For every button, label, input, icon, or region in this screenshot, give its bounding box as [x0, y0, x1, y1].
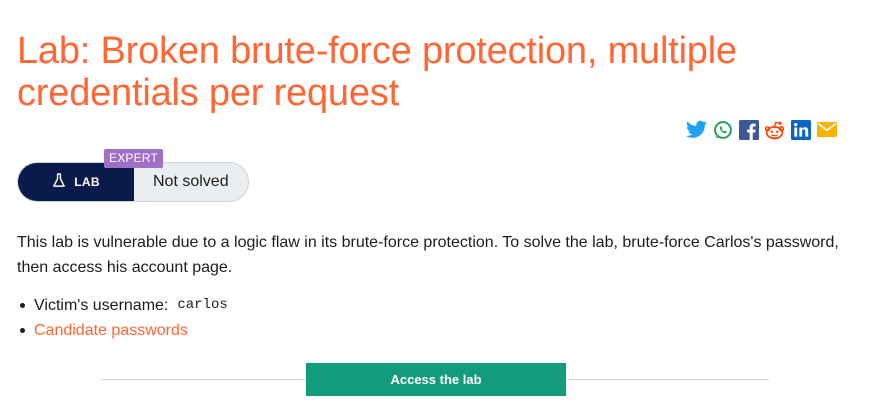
- lab-label-text: LAB: [74, 175, 100, 189]
- lab-label-pill: LAB: [18, 163, 134, 201]
- access-lab-button[interactable]: Access the lab: [306, 363, 566, 396]
- whatsapp-icon[interactable]: [712, 119, 733, 140]
- reddit-icon[interactable]: [764, 119, 785, 140]
- facebook-icon[interactable]: [738, 119, 759, 140]
- bullet: [20, 328, 25, 333]
- username-label: Victim's username:: [34, 297, 169, 314]
- linkedin-icon[interactable]: [790, 119, 811, 140]
- status-text: Not solved: [153, 173, 229, 190]
- email-icon[interactable]: [816, 119, 837, 140]
- page-title: Lab: Broken brute-force protection, mult…: [17, 30, 737, 114]
- bullet: [20, 303, 25, 308]
- lab-facts-list: Victim's username: carlos Candidate pass…: [17, 293, 228, 343]
- candidate-passwords-link[interactable]: Candidate passwords: [34, 318, 188, 343]
- flask-icon: [52, 173, 66, 191]
- lab-status-widget: LAB Not solved EXPERT: [17, 149, 249, 202]
- list-item: Victim's username: carlos: [17, 293, 228, 318]
- lab-description: This lab is vulnerable due to a logic fl…: [17, 234, 839, 276]
- twitter-icon[interactable]: [686, 119, 707, 140]
- share-bar: [686, 119, 837, 140]
- lab-page: Lab: Broken brute-force protection, mult…: [0, 0, 878, 405]
- difficulty-badge: EXPERT: [104, 149, 163, 168]
- username-value: carlos: [177, 297, 228, 313]
- list-item: Candidate passwords: [17, 318, 228, 343]
